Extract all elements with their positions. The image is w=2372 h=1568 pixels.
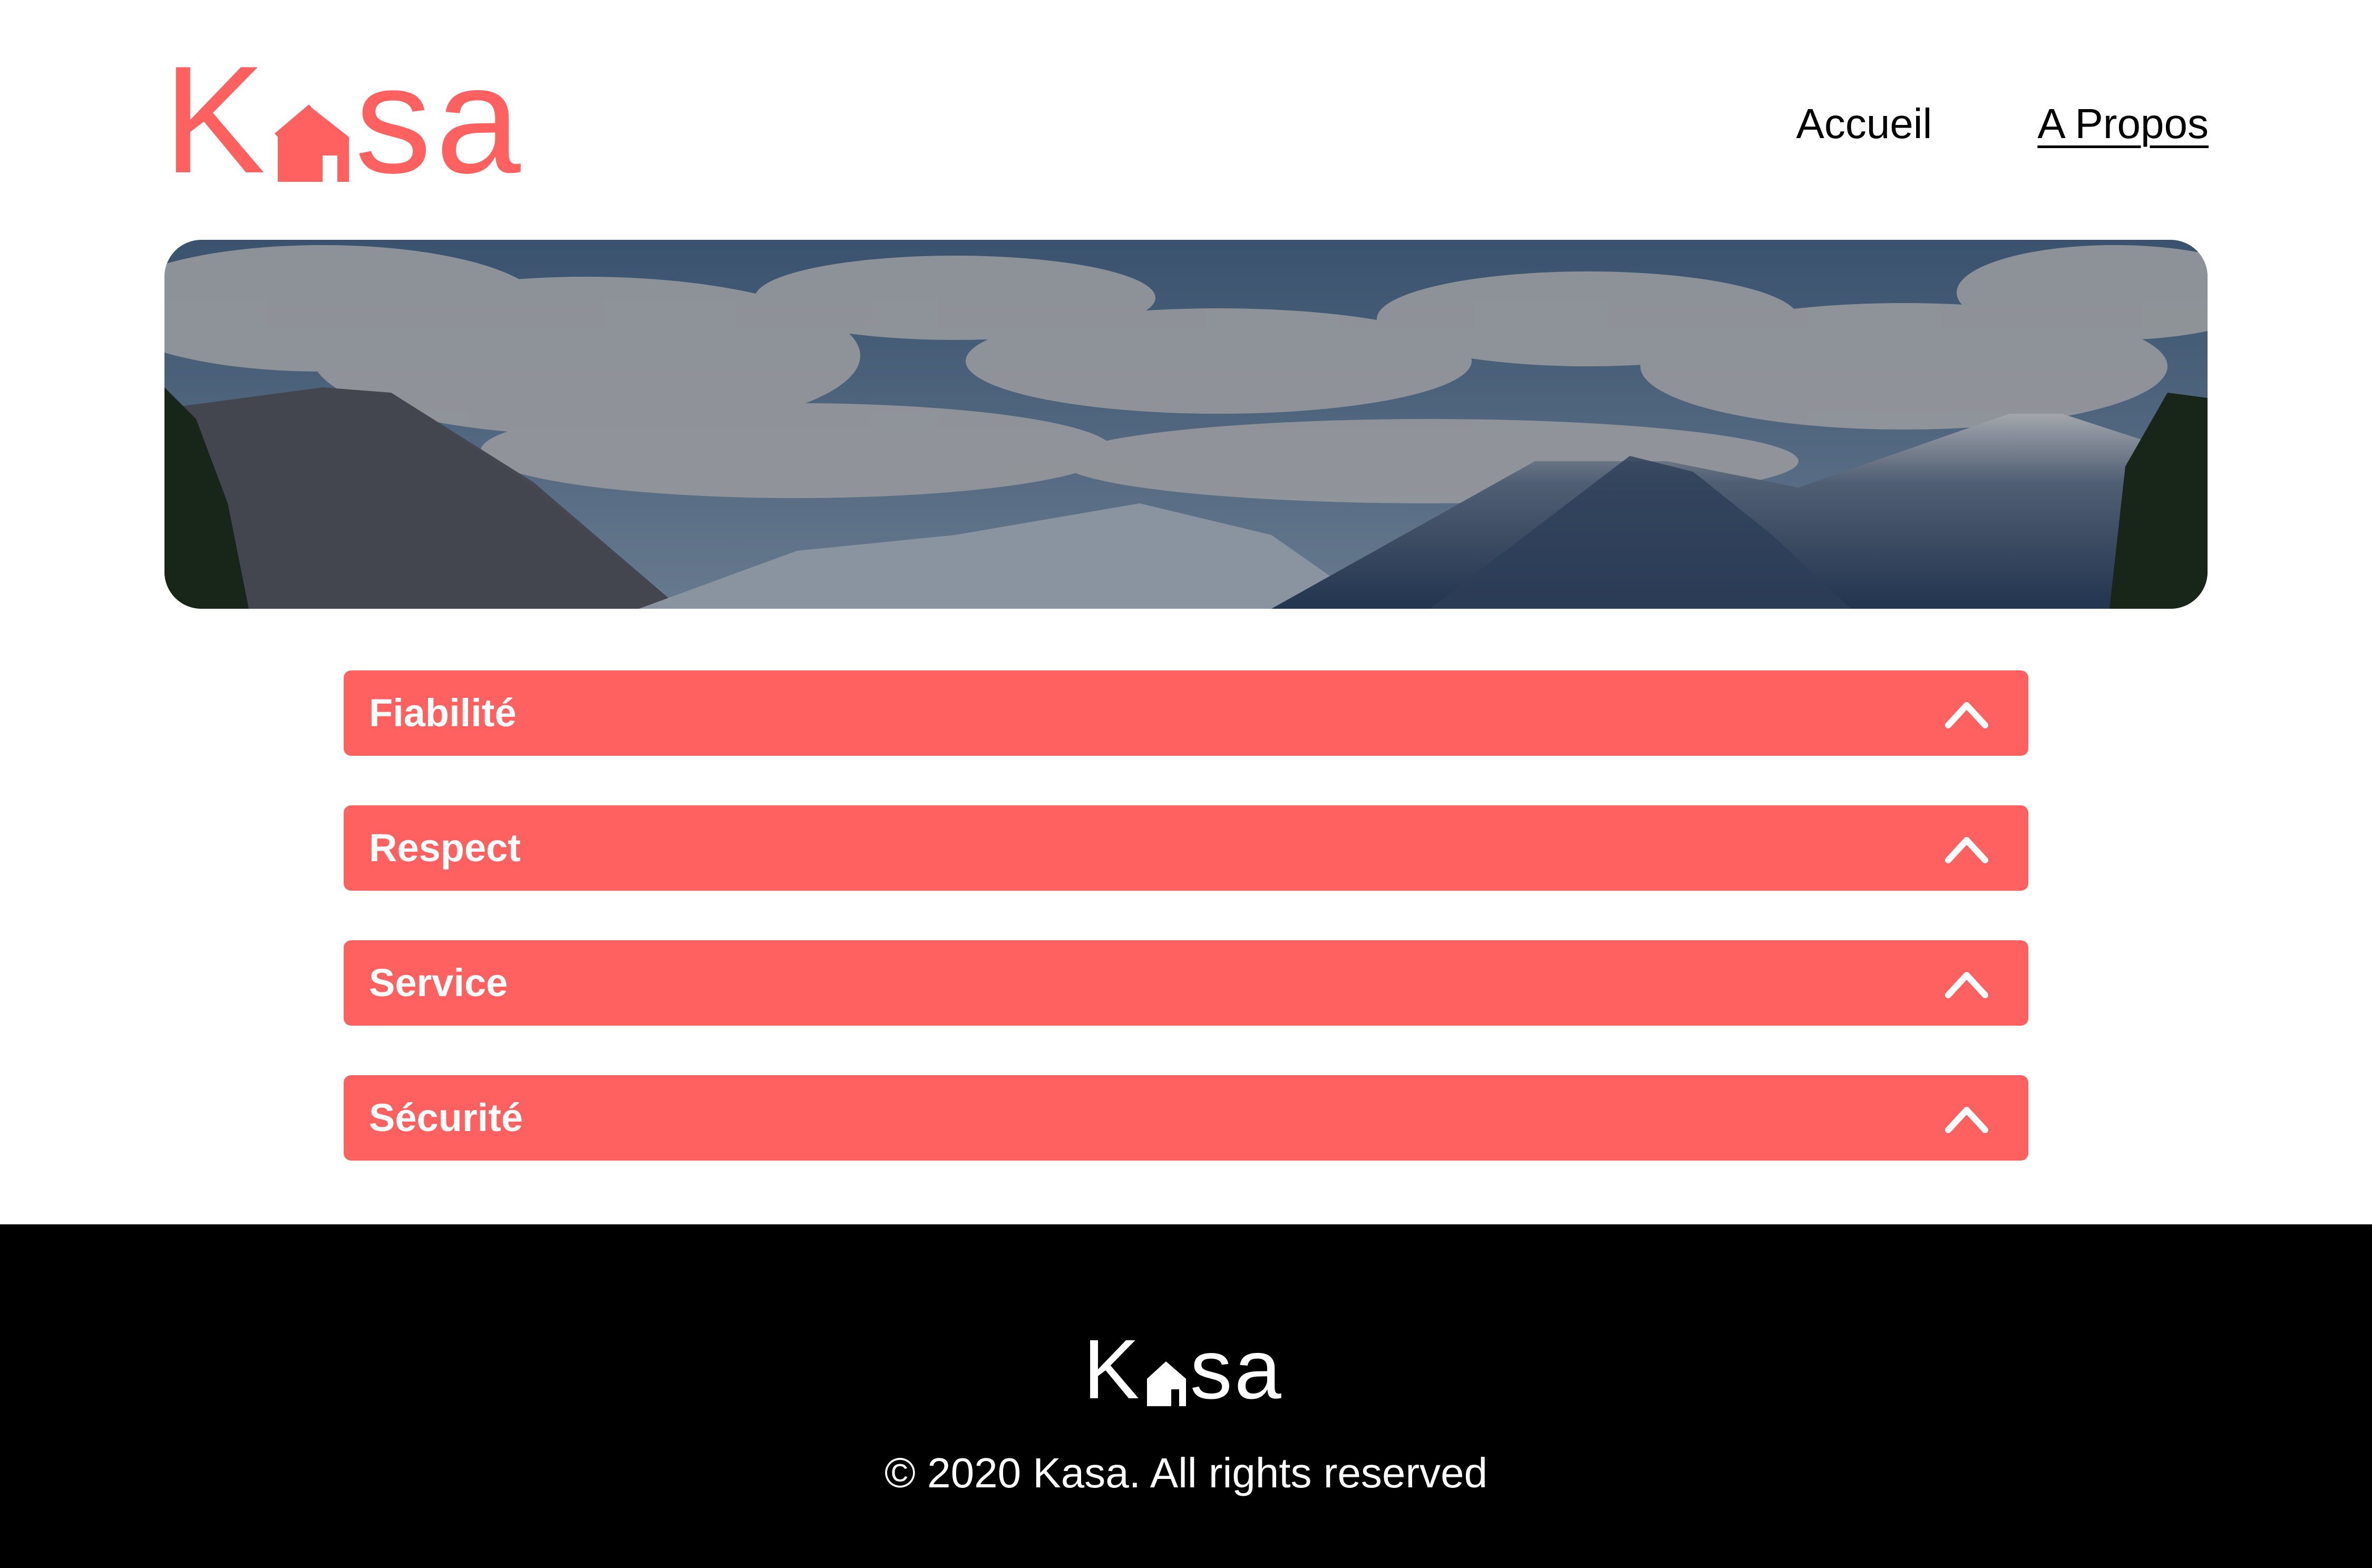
house-icon [1145,1332,1187,1406]
accordion-title: Fiabilité [369,691,517,735]
footer-kasa-logo: K sa [1083,1322,1284,1416]
copyright-text: © 2020 Kasa. All rights reserved [884,1449,1488,1496]
accordion-item-service[interactable]: Service [344,940,2028,1026]
kasa-logo[interactable]: K sa [163,34,525,205]
logo-letters-sa: sa [1190,1322,1284,1416]
house-icon [273,58,352,182]
accordion-title: Sécurité [369,1096,523,1140]
accordion-item-fiabilite[interactable]: Fiabilité [344,670,2028,756]
chevron-up-icon[interactable] [1943,694,1990,733]
chevron-up-icon[interactable] [1943,829,1990,868]
accordion-title: Respect [369,826,521,870]
logo-letter-k: K [1083,1322,1142,1416]
logo-letter-k: K [163,34,270,205]
chevron-up-icon[interactable] [1943,1098,1990,1137]
nav-link-accueil[interactable]: Accueil [1796,95,1932,153]
accordion-title: Service [369,961,508,1005]
accordion-item-respect[interactable]: Respect [344,805,2028,891]
logo-letters-sa: sa [355,34,525,205]
main-nav: Accueil A Propos [1796,95,2209,153]
nav-link-a-propos[interactable]: A Propos [2037,95,2209,153]
values-accordion: Fiabilité Respect Service Sécurité [344,670,2028,1210]
chevron-up-icon[interactable] [1943,963,1990,1002]
footer: K sa [0,1224,2372,1568]
header: K sa Accueil A Propos [0,0,2372,227]
about-banner-image [164,240,2208,609]
accordion-item-securite[interactable]: Sécurité [344,1075,2028,1161]
